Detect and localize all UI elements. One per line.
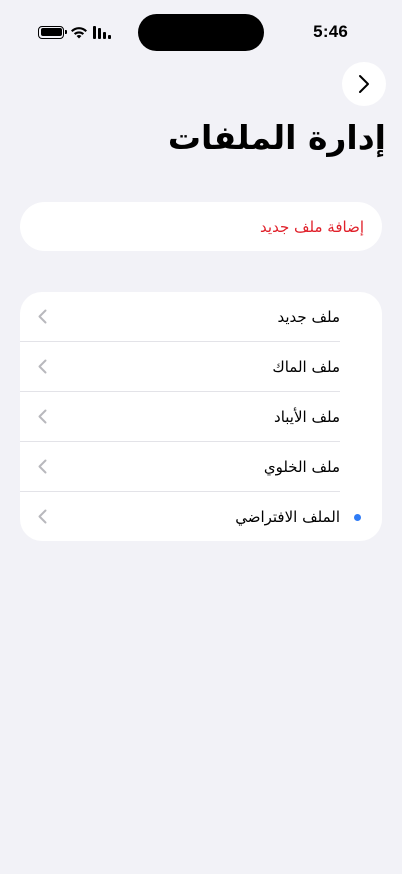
add-profile-button[interactable]: إضافة ملف جديد (20, 202, 382, 251)
profile-label: ملف الماك (272, 358, 340, 376)
cellular-signal-icon (93, 25, 113, 39)
status-icons (38, 24, 113, 40)
chevron-right-icon (359, 75, 369, 93)
selected-indicator (354, 514, 361, 521)
page-title: إدارة الملفات (167, 118, 386, 157)
profile-row[interactable]: ملف الأيباد (20, 392, 382, 442)
chevron-left-icon (38, 409, 47, 424)
status-time: 5:46 (313, 22, 348, 41)
battery-icon (38, 25, 67, 39)
profile-label: ملف جديد (277, 308, 341, 326)
profile-row[interactable]: ملف الماك (20, 342, 382, 392)
profile-row-default[interactable]: الملف الافتراضي (20, 492, 382, 541)
chevron-left-icon (38, 359, 47, 374)
wifi-icon (71, 26, 87, 38)
forward-button[interactable] (342, 62, 386, 106)
add-profile-label: إضافة ملف جديد (260, 217, 364, 236)
profile-row[interactable]: ملف جديد (20, 292, 382, 342)
profiles-list: ملف جديد ملف الماك ملف الأيباد ملف الخلو… (20, 292, 382, 541)
profile-label: الملف الافتراضي (235, 508, 340, 526)
profile-label: ملف الأيباد (274, 408, 340, 426)
chevron-left-icon (38, 459, 47, 474)
status-bar: 5:46 (0, 0, 402, 60)
chevron-left-icon (38, 509, 47, 524)
profile-label: ملف الخلوي (263, 458, 340, 476)
profile-row[interactable]: ملف الخلوي (20, 442, 382, 492)
chevron-left-icon (38, 309, 47, 324)
dynamic-island (138, 14, 264, 51)
